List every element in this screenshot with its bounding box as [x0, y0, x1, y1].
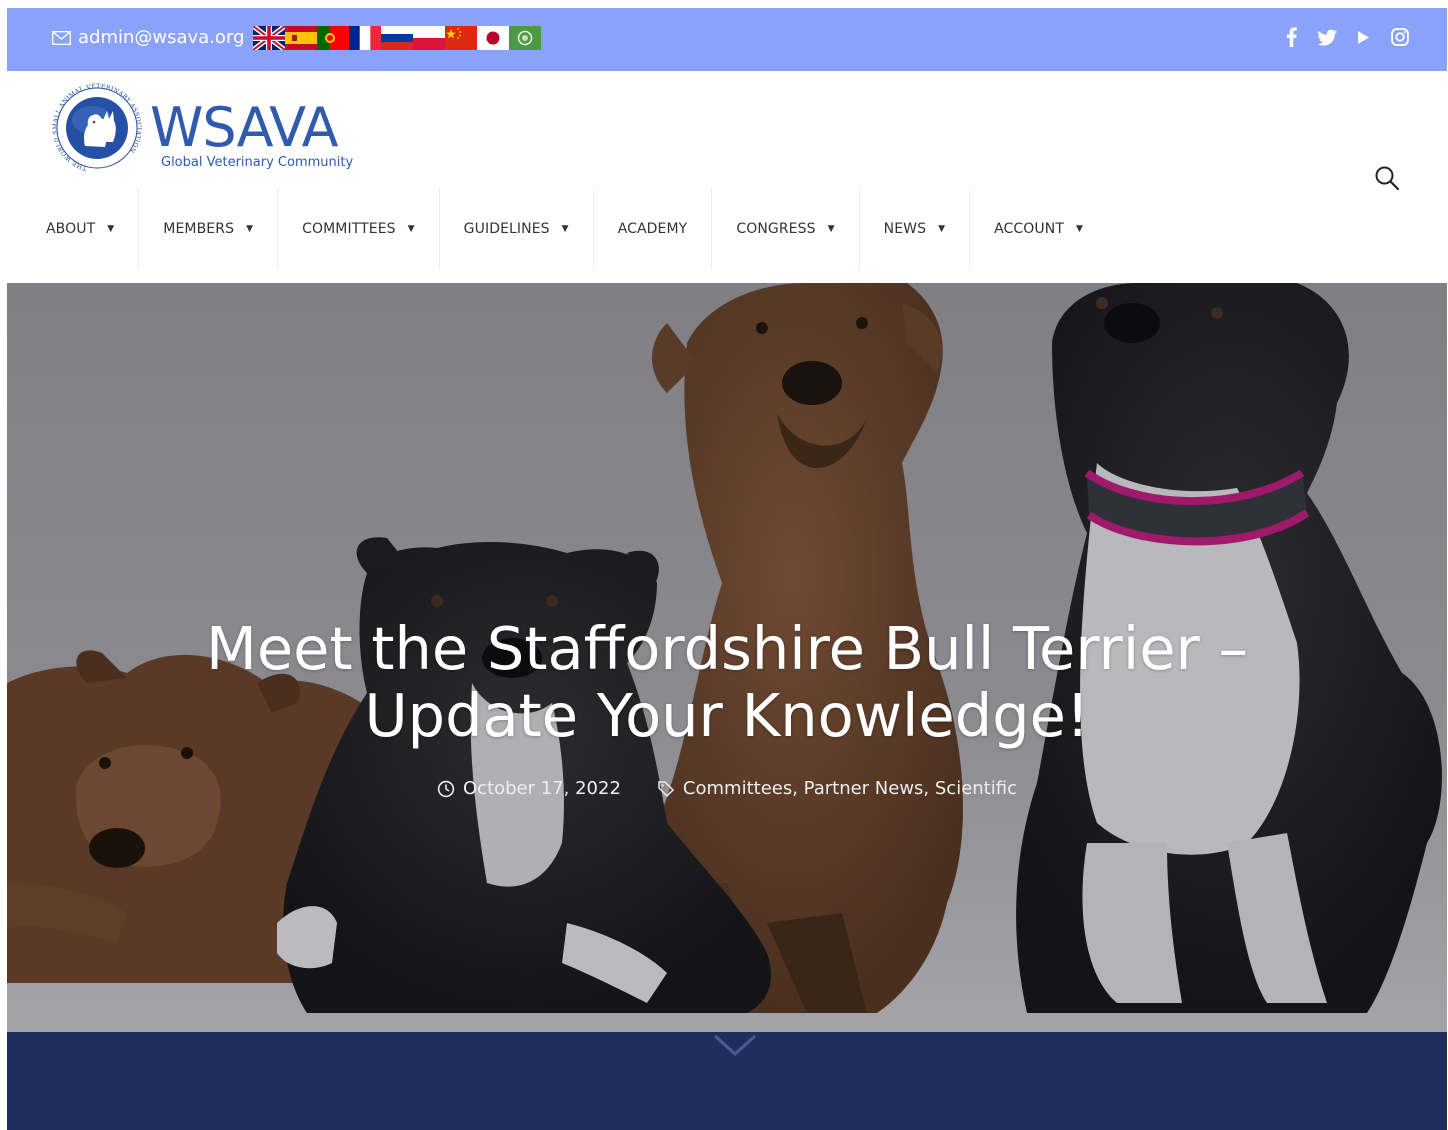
caret-down-icon: ▼	[246, 224, 254, 234]
flag-uk-icon[interactable]	[253, 26, 285, 50]
caret-down-icon: ▼	[827, 224, 835, 234]
tags-icon	[658, 780, 674, 797]
article-meta: October 17, 2022 Committees, Partner New…	[7, 778, 1447, 799]
article-title-line2: Update Your Knowledge!	[364, 681, 1090, 750]
nav-account-label: ACCOUNT	[994, 221, 1064, 237]
nav-committees-label: COMMITTEES	[302, 221, 396, 237]
nav-news[interactable]: NEWS ▼	[860, 188, 971, 270]
top-bar: admin@wsava.org	[7, 8, 1447, 71]
email-link[interactable]: admin@wsava.org	[52, 27, 244, 48]
flag-poland-icon[interactable]	[413, 26, 445, 50]
search-icon[interactable]	[1374, 165, 1400, 191]
flag-france-icon[interactable]	[349, 26, 381, 50]
caret-down-icon: ▼	[561, 224, 569, 234]
caret-down-icon: ▼	[1075, 224, 1084, 234]
instagram-icon[interactable]	[1390, 26, 1409, 48]
nav-members[interactable]: MEMBERS ▼	[139, 188, 279, 270]
twitter-icon[interactable]	[1318, 26, 1337, 48]
nav-congress[interactable]: CONGRESS ▼	[712, 188, 860, 270]
nav-committees[interactable]: COMMITTEES ▼	[278, 188, 440, 270]
logo-tagline: Global Veterinary Community	[161, 155, 353, 170]
article-date: October 17, 2022	[437, 778, 621, 799]
clock-icon	[437, 780, 455, 797]
nav-guidelines-label: GUIDELINES	[463, 221, 550, 237]
youtube-icon[interactable]	[1354, 26, 1373, 48]
page: admin@wsava.org THE WORLD SMALL ANIMAL V…	[7, 8, 1447, 1130]
nav-about[interactable]: ABOUT ▼	[7, 188, 140, 270]
article-categories-text: Committees, Partner News, Scientific	[682, 778, 1017, 799]
flag-japan-icon[interactable]	[477, 26, 509, 50]
hero-banner: Meet the Staffordshire Bull Terrier – Up…	[7, 283, 1447, 1033]
language-flags	[253, 26, 541, 50]
article-date-text: October 17, 2022	[463, 778, 621, 799]
mail-icon	[52, 30, 71, 45]
social-links	[1282, 26, 1409, 48]
article-title-line1: Meet the Staffordshire Bull Terrier –	[205, 614, 1249, 683]
article-categories[interactable]: Committees, Partner News, Scientific	[657, 778, 1017, 799]
nav-congress-label: CONGRESS	[736, 221, 816, 237]
wsava-logo[interactable]: THE WORLD SMALL ANIMAL VETERINARY ASSOCI…	[47, 80, 357, 175]
flag-russia-icon[interactable]	[381, 26, 413, 50]
nav-about-label: ABOUT	[46, 221, 96, 237]
caret-down-icon: ▼	[938, 224, 946, 234]
flag-spain-icon[interactable]	[285, 26, 317, 50]
nav-members-label: MEMBERS	[163, 221, 235, 237]
facebook-icon[interactable]	[1282, 26, 1301, 48]
flag-arabic-icon[interactable]	[509, 26, 541, 50]
flag-portugal-icon[interactable]	[317, 26, 349, 50]
chevron-down-icon[interactable]	[713, 1032, 757, 1060]
content-band	[7, 1032, 1447, 1130]
nav-account[interactable]: ACCOUNT ▼	[970, 188, 1107, 270]
article-title: Meet the Staffordshire Bull Terrier – Up…	[7, 615, 1447, 749]
main-nav: ABOUT ▼ MEMBERS ▼ COMMITTEES ▼ GUIDELINES ▼ …	[7, 188, 1107, 270]
email-text: admin@wsava.org	[78, 27, 245, 48]
caret-down-icon: ▼	[107, 224, 115, 234]
caret-down-icon: ▼	[407, 224, 415, 234]
nav-news-label: NEWS	[883, 221, 927, 237]
nav-academy-label: ACADEMY	[617, 221, 688, 237]
logo-wordmark: WSAVA	[150, 96, 339, 159]
nav-academy[interactable]: ACADEMY	[594, 188, 713, 270]
flag-china-icon[interactable]	[445, 26, 477, 50]
nav-guidelines[interactable]: GUIDELINES ▼	[440, 188, 594, 270]
